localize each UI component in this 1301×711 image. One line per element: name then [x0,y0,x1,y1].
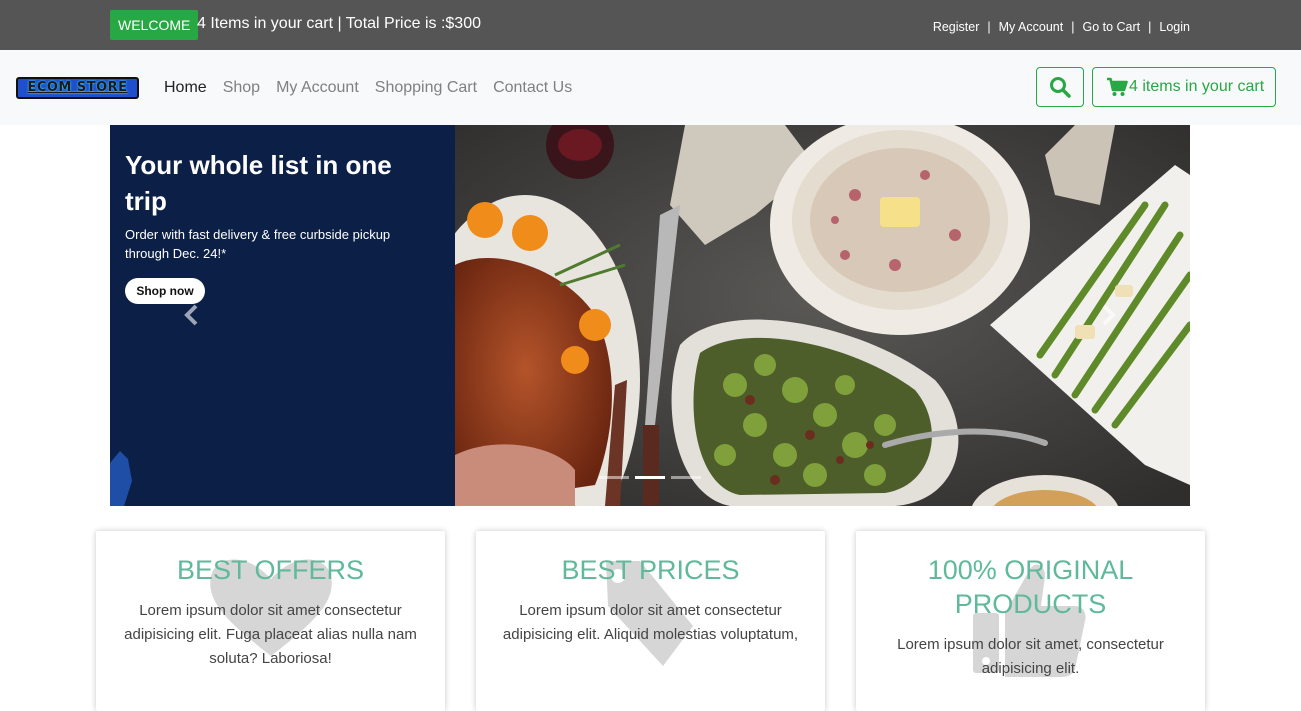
hero-carousel: Your whole list in one trip Order with f… [110,125,1190,506]
feature-text: Lorem ipsum dolor sit amet, consectetur … [897,636,1164,677]
slide-text-panel: Your whole list in one trip Order with f… [110,125,455,506]
indicator-2[interactable] [635,476,665,479]
separator: | [1148,20,1152,34]
chevron-left-icon[interactable] [182,303,202,327]
decorative-shape [110,451,132,506]
search-icon [1050,77,1071,98]
login-link[interactable]: Login [1159,19,1190,35]
top-links: Register | My Account | Go to Cart | Log… [933,19,1190,35]
go-to-cart-link[interactable]: Go to Cart [1082,19,1140,35]
main-nav: Home Shop My Account Shopping Cart Conta… [164,78,588,98]
feature-title: BEST OFFERS [176,555,365,585]
slide-title: Your whole list in one trip [125,150,392,216]
welcome-badge: WELCOME [110,10,199,40]
nav-contact-us[interactable]: Contact Us [493,78,572,98]
nav-my-account[interactable]: My Account [276,78,359,98]
top-bar: WELCOME 4 Items in your cart | Total Pri… [0,0,1301,50]
feature-title: BEST PRICES [561,555,740,585]
cart-button[interactable]: 4 items in your cart [1092,67,1276,107]
feature-text: Lorem ipsum dolor sit amet consectetur a… [124,602,417,667]
indicator-1[interactable] [599,476,629,479]
nav-shop[interactable]: Shop [223,78,260,98]
separator: | [987,20,991,34]
feature-card-best-prices: BEST PRICES Lorem ipsum dolor sit amet c… [476,531,825,711]
cart-button-label: 4 items in your cart [1129,78,1265,95]
slide-subtitle: Order with fast delivery & free curbside… [125,227,391,261]
store-logo[interactable]: ECOM STORE [16,77,139,99]
shopping-cart-icon [1107,77,1128,96]
feature-title: 100% ORIGINAL PRODUCTS [927,555,1134,619]
separator: | [1071,20,1075,34]
shop-now-button[interactable]: Shop now [125,278,205,304]
feature-card-original-products: 100% ORIGINAL PRODUCTS Lorem ipsum dolor… [856,531,1205,711]
chevron-right-icon[interactable] [1098,303,1118,327]
indicator-3[interactable] [671,476,701,479]
carousel-indicators [599,476,707,479]
my-account-link[interactable]: My Account [999,19,1064,35]
holiday-food-image [455,125,1190,506]
cart-summary: 4 Items in your cart | Total Price is :$… [197,15,481,32]
nav-shopping-cart[interactable]: Shopping Cart [375,78,477,98]
register-link[interactable]: Register [933,19,980,35]
feature-text: Lorem ipsum dolor sit amet consectetur a… [502,602,799,643]
search-button[interactable] [1036,67,1084,107]
feature-card-best-offers: BEST OFFERS Lorem ipsum dolor sit amet c… [96,531,445,711]
nav-home[interactable]: Home [164,78,207,98]
